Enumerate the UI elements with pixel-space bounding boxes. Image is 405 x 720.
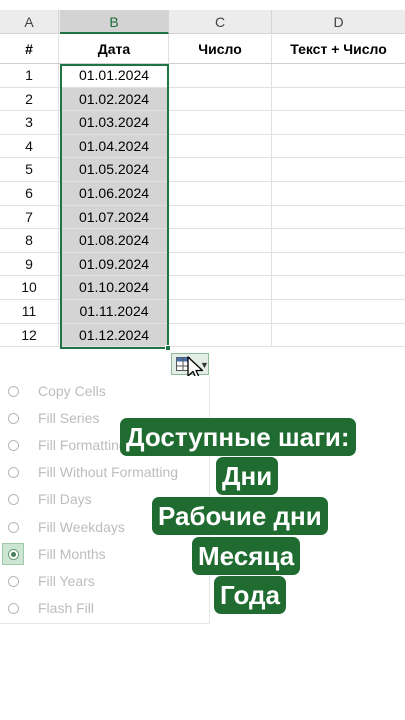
row-number-cell[interactable]: 8 (0, 229, 59, 252)
number-cell[interactable] (169, 134, 272, 158)
table-row: 7 01.07.2024 (0, 205, 405, 230)
autofill-menu-label: Fill Weekdays (38, 518, 125, 535)
autofill-menu-label: Fill Years (38, 572, 95, 589)
overlay-line-months: Месяца (192, 537, 301, 575)
date-cell[interactable]: 01.12.2024 (60, 323, 169, 347)
table-row: 3 01.03.2024 (0, 111, 405, 135)
date-cell[interactable]: 01.10.2024 (60, 276, 169, 299)
text-number-cell[interactable] (272, 300, 405, 323)
overlay-line-years: Года (214, 576, 286, 614)
row-number-cell[interactable]: 1 (0, 64, 59, 87)
row-number-cell[interactable]: 10 (0, 276, 59, 299)
radio-button-icon[interactable] (8, 413, 19, 425)
row-number-cell[interactable]: 2 (0, 87, 59, 111)
table-row: 6 01.06.2024 (0, 182, 405, 206)
number-cell[interactable] (169, 87, 272, 111)
autofill-menu-item[interactable]: Fill Months (0, 541, 210, 568)
autofill-menu-label: Fill Without Formatting (38, 464, 179, 481)
fill-handle[interactable] (165, 345, 171, 351)
row-number-cell[interactable]: 9 (0, 252, 59, 276)
text-number-cell[interactable] (272, 158, 405, 181)
cell-b1[interactable]: Дата (60, 35, 169, 63)
table-row: 12 01.12.2024 (0, 323, 405, 348)
autofill-menu-label: Copy Cells (38, 383, 106, 399)
date-cell[interactable]: 01.07.2024 (60, 205, 169, 229)
date-cell[interactable]: 01.08.2024 (60, 229, 169, 252)
autofill-menu-label: Flash Fill (38, 599, 95, 616)
radio-selected-highlight (2, 542, 24, 565)
table-row: 11 01.11.2024 (0, 300, 405, 324)
column-header-b[interactable]: B (60, 10, 169, 34)
number-cell[interactable] (169, 229, 272, 252)
number-cell[interactable] (169, 205, 272, 229)
row-number-cell[interactable]: 12 (0, 323, 59, 347)
date-cell[interactable]: 01.05.2024 (60, 158, 169, 181)
radio-button-icon[interactable] (8, 440, 19, 452)
table-row: 8 01.08.2024 (0, 229, 405, 253)
table-row: 4 01.04.2024 (0, 134, 405, 159)
number-cell[interactable] (169, 64, 272, 87)
autofill-menu-item[interactable]: Fill Years (0, 568, 210, 595)
row-number-cell[interactable]: 11 (0, 300, 59, 323)
radio-button-icon[interactable] (8, 494, 19, 506)
row-number-cell[interactable]: 7 (0, 205, 59, 229)
header-row: # Дата Число Текст + Число (0, 35, 405, 64)
number-cell[interactable] (169, 111, 272, 134)
table-row: 2 01.02.2024 (0, 87, 405, 112)
text-number-cell[interactable] (272, 206, 405, 229)
cell-c1[interactable]: Число (169, 35, 272, 63)
number-cell[interactable] (169, 182, 272, 205)
autofill-menu-label: Fill Months (38, 545, 106, 562)
number-cell[interactable] (169, 300, 272, 323)
radio-button-icon[interactable] (8, 602, 19, 614)
row-number-cell[interactable]: 5 (0, 158, 59, 181)
cell-a1[interactable]: # (0, 35, 59, 63)
text-number-cell[interactable] (272, 324, 405, 347)
number-cell[interactable] (169, 252, 272, 276)
autofill-menu-label: Fill Series (38, 410, 100, 427)
date-cell[interactable]: 01.04.2024 (60, 134, 169, 158)
column-header-d[interactable]: D (272, 10, 405, 34)
table-row: 9 01.09.2024 (0, 252, 405, 277)
text-number-cell[interactable] (272, 88, 405, 111)
radio-button-icon[interactable] (8, 575, 19, 587)
text-number-cell[interactable] (272, 182, 405, 205)
text-number-cell[interactable] (272, 253, 405, 276)
text-number-cell[interactable] (272, 111, 405, 134)
table-row: 1 01.01.2024 (0, 64, 405, 88)
row-number-cell[interactable]: 6 (0, 182, 59, 205)
autofill-menu-item[interactable]: Copy Cells (0, 378, 210, 405)
column-header-strip: A B C D (0, 10, 405, 34)
date-cell[interactable]: 01.11.2024 (60, 300, 169, 323)
table-row: 5 01.05.2024 (0, 158, 405, 182)
text-number-cell[interactable] (272, 229, 405, 252)
autofill-menu-item[interactable]: Fill Without Formatting (0, 459, 210, 486)
date-cell[interactable]: 01.01.2024 (60, 64, 169, 87)
date-cell[interactable]: 01.02.2024 (60, 87, 169, 111)
overlay-line-workdays: Рабочие дни (152, 497, 328, 535)
date-cell[interactable]: 01.09.2024 (60, 252, 169, 276)
overlay-title: Доступные шаги: (120, 418, 356, 456)
radio-button-icon[interactable] (8, 548, 19, 560)
autofill-menu-label: Fill Days (38, 491, 92, 508)
table-row: 10 01.10.2024 (0, 276, 405, 300)
number-cell[interactable] (169, 158, 272, 181)
column-header-a[interactable]: A (0, 10, 59, 34)
text-number-cell[interactable] (272, 135, 405, 158)
column-header-c[interactable]: C (169, 10, 272, 34)
date-cell[interactable]: 01.06.2024 (60, 182, 169, 205)
number-cell[interactable] (169, 323, 272, 347)
radio-button-icon[interactable] (8, 386, 19, 397)
cell-d1[interactable]: Текст + Число (272, 35, 405, 63)
row-number-cell[interactable]: 4 (0, 134, 59, 158)
autofill-menu-item[interactable]: Flash Fill (0, 595, 210, 622)
text-number-cell[interactable] (272, 276, 405, 299)
number-cell[interactable] (169, 276, 272, 299)
radio-button-icon[interactable] (8, 521, 19, 533)
date-cell[interactable]: 01.03.2024 (60, 111, 169, 134)
text-number-cell[interactable] (272, 64, 405, 87)
row-number-cell[interactable]: 3 (0, 111, 59, 134)
overlay-line-days: Дни (216, 457, 279, 495)
radio-button-icon[interactable] (8, 467, 19, 479)
